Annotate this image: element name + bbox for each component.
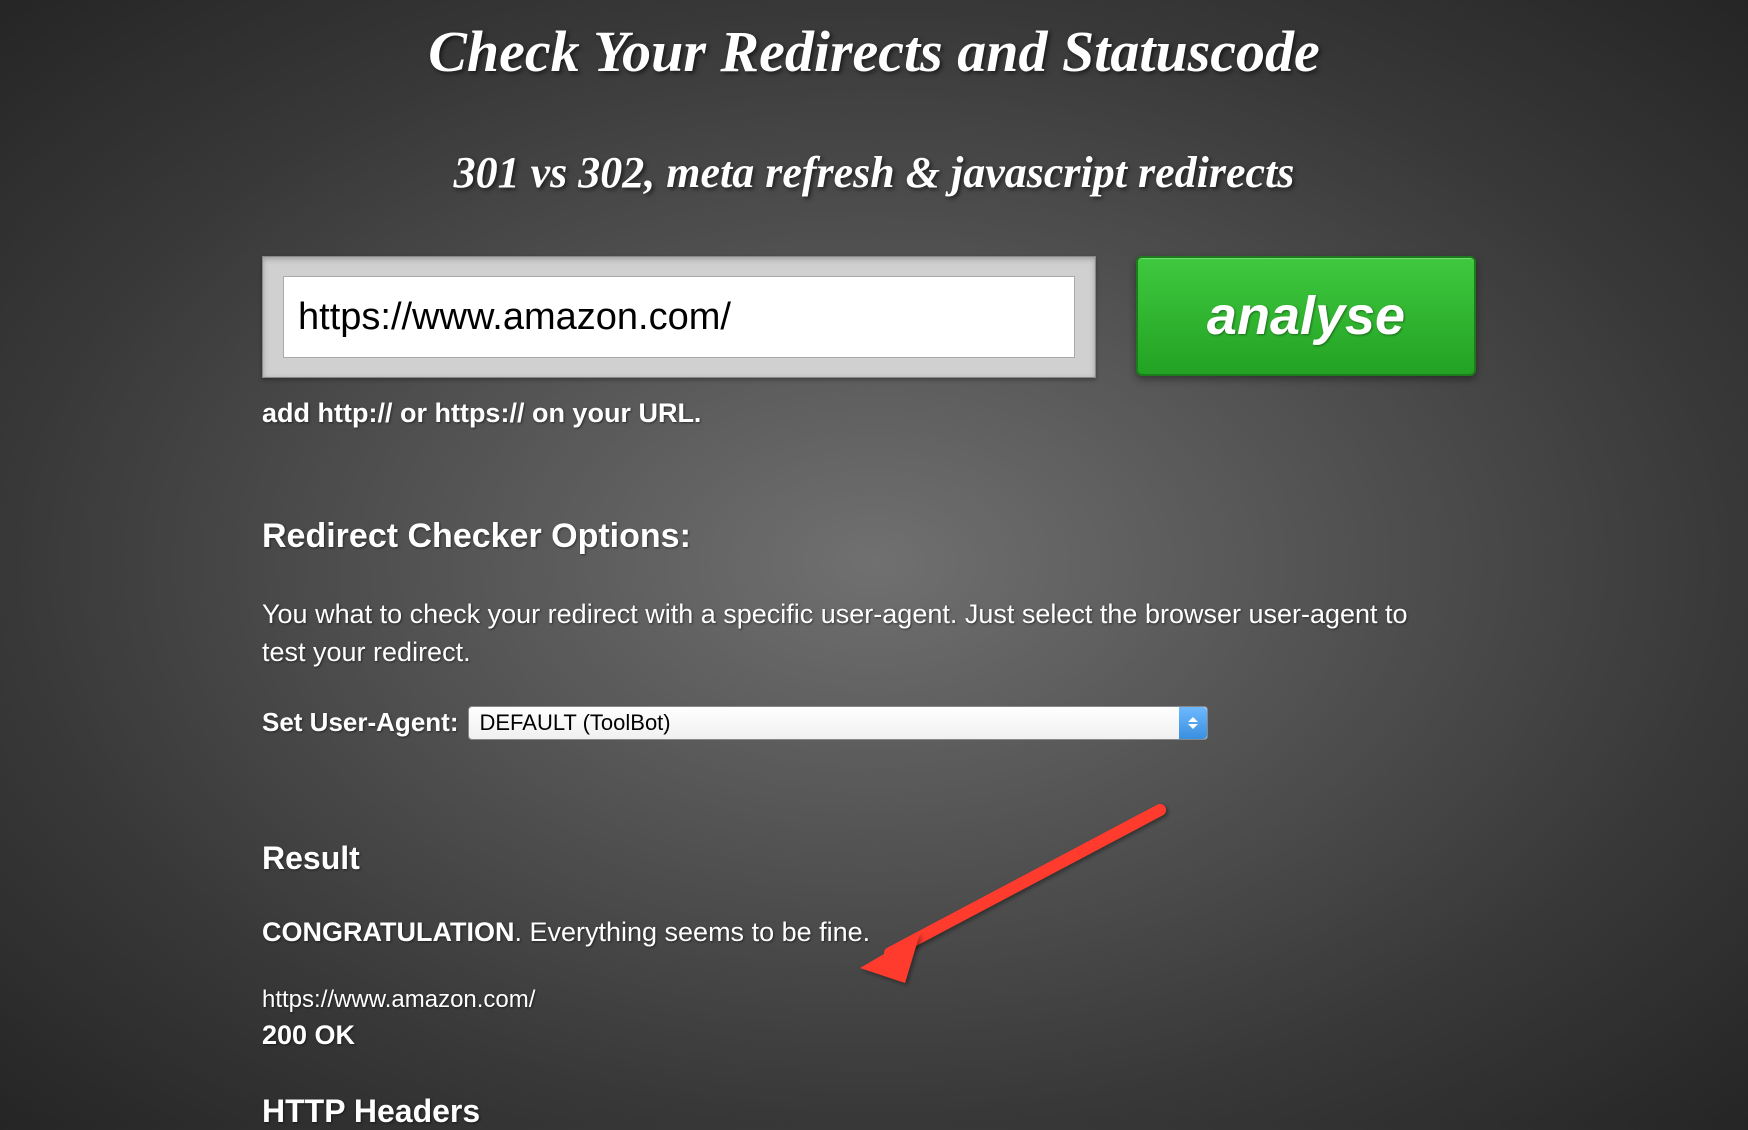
url-input-wrap xyxy=(262,256,1096,378)
user-agent-label: Set User-Agent: xyxy=(262,707,458,738)
url-hint: add http:// or https:// on your URL. xyxy=(262,398,1486,429)
user-agent-selected-value: DEFAULT (ToolBot) xyxy=(479,710,670,736)
page-title: Check Your Redirects and Statuscode xyxy=(0,18,1748,85)
options-description: You what to check your redirect with a s… xyxy=(262,596,1442,672)
url-input[interactable] xyxy=(283,276,1075,358)
options-heading: Redirect Checker Options: xyxy=(262,517,1486,556)
result-url: https://www.amazon.com/ xyxy=(262,986,1486,1014)
chevron-updown-icon xyxy=(1179,707,1207,739)
result-congrats-rest: . Everything seems to be fine. xyxy=(514,917,870,947)
result-status: 200 OK xyxy=(262,1020,1486,1051)
http-headers-heading: HTTP Headers xyxy=(262,1093,1486,1130)
result-message: CONGRATULATION. Everything seems to be f… xyxy=(262,917,1486,948)
analyse-button[interactable]: analyse xyxy=(1136,256,1476,376)
user-agent-row: Set User-Agent: DEFAULT (ToolBot) xyxy=(262,706,1486,740)
page-subtitle: 301 vs 302, meta refresh & javascript re… xyxy=(0,147,1748,198)
input-row: analyse xyxy=(262,256,1486,378)
result-congrats-strong: CONGRATULATION xyxy=(262,917,514,947)
result-heading: Result xyxy=(262,840,1486,877)
user-agent-select[interactable]: DEFAULT (ToolBot) xyxy=(468,706,1208,740)
